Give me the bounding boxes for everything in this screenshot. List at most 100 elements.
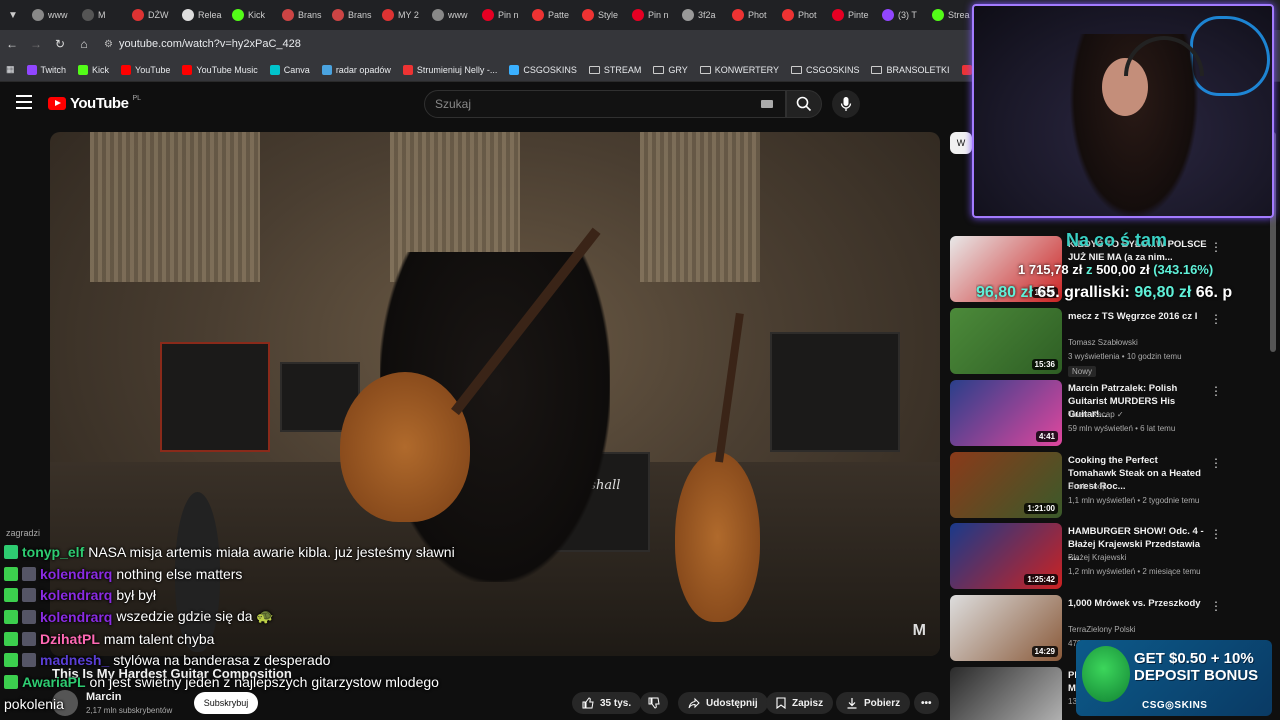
more-vertical-icon[interactable]: ⋮ <box>1210 599 1222 613</box>
more-actions-button[interactable]: ••• <box>914 692 939 714</box>
keyboard-icon[interactable] <box>761 100 773 108</box>
bookmark-item[interactable]: STREAM <box>583 65 648 75</box>
like-button[interactable]: 35 tys. <box>572 692 642 714</box>
recommended-video[interactable]: 1:21:00 Cooking the Perfect Tomahawk Stea… <box>950 452 1270 520</box>
apps-grid-icon[interactable]: ▦ <box>0 64 21 75</box>
recommended-video[interactable]: 4:41 Marcin Patrzalek: Polish Guitarist M… <box>950 380 1270 448</box>
chat-message: madnesh_ stylówa na banderasa z desperado <box>4 649 474 671</box>
overlay-ticker: 96,80 zł 65. gralliski: 96,80 zł 66. p <box>976 284 1270 302</box>
back-icon[interactable]: ← <box>0 37 24 51</box>
ad-brand: CSG◎SKINS <box>1142 700 1208 711</box>
more-vertical-icon[interactable]: ⋮ <box>1210 240 1222 254</box>
search-button[interactable] <box>786 90 822 118</box>
bookmark-label: CSGOSKINS <box>805 64 860 75</box>
browser-tab[interactable]: Style <box>576 0 626 30</box>
video-channel[interactable]: Tomasz Szabłowski <box>1068 338 1138 347</box>
video-duration: 1:25:42 <box>1024 574 1058 585</box>
more-vertical-icon[interactable]: ⋮ <box>1210 312 1222 326</box>
bookmark-item[interactable]: CSGOSKINS <box>503 64 583 75</box>
bookmark-item[interactable]: YouTube <box>115 64 176 75</box>
chat-username[interactable]: tonyp_elf <box>22 544 84 560</box>
bookmark-item[interactable]: Kick <box>72 64 115 75</box>
bookmark-item[interactable]: CSGOSKINS <box>785 65 866 75</box>
browser-tab[interactable]: 3f2a <box>676 0 726 30</box>
tab-label: Patte <box>548 10 570 20</box>
bookmark-item[interactable]: KONWERTERY <box>694 65 785 75</box>
bookmark-item[interactable]: radar opadów <box>316 64 397 75</box>
bookmark-favicon-icon <box>182 64 193 75</box>
search-input[interactable]: Szukaj <box>424 90 786 118</box>
url-field[interactable]: ⚙ youtube.com/watch?v=hy2xPaC_428 <box>104 38 301 50</box>
video-title[interactable]: 1,000 Mrówek vs. Przeszkody <box>1068 597 1208 610</box>
browser-tab[interactable]: MY 2 <box>376 0 426 30</box>
share-button[interactable]: Udostępnij <box>678 692 768 714</box>
video-thumbnail[interactable]: 14:29 <box>950 595 1062 661</box>
browser-tab[interactable]: www <box>426 0 476 30</box>
video-thumbnail[interactable]: 1:25:42 <box>950 523 1062 589</box>
browser-tab[interactable]: Pin n <box>476 0 526 30</box>
recommended-video[interactable]: 15:36 mecz z TS Węgrzce 2016 cz I Tomasz S… <box>950 308 1270 377</box>
save-button[interactable]: Zapisz <box>766 692 834 714</box>
bookmark-label: CSGOSKINS <box>523 64 577 75</box>
browser-tab[interactable]: Brans <box>276 0 326 30</box>
download-button[interactable]: Pobierz <box>836 692 911 714</box>
chat-text: mam talent chyba <box>103 630 215 647</box>
browser-tab[interactable]: Phot <box>726 0 776 30</box>
dislike-button[interactable] <box>640 692 668 714</box>
bookmark-item[interactable]: GRY <box>647 65 693 75</box>
recommended-video[interactable]: 1:25:42 HAMBURGER SHOW! Odc. 4 - Błażej K… <box>950 523 1270 591</box>
video-title[interactable]: mecz z TS Węgrzce 2016 cz I <box>1068 310 1208 323</box>
filter-chip[interactable]: W <box>950 132 972 154</box>
video-thumbnail[interactable]: 15:36 <box>950 308 1062 374</box>
more-vertical-icon[interactable]: ⋮ <box>1210 456 1222 470</box>
browser-tab[interactable]: Relea <box>176 0 226 30</box>
more-vertical-icon[interactable]: ⋮ <box>1210 527 1222 541</box>
chat-username[interactable]: kolendrarq <box>40 609 112 625</box>
bookmark-item[interactable]: YouTube Music <box>176 64 263 75</box>
tab-favicon-icon <box>382 9 394 21</box>
home-icon[interactable]: ⌂ <box>72 37 96 51</box>
more-vertical-icon[interactable]: ⋮ <box>1210 384 1222 398</box>
youtube-logo[interactable]: YouTube PL <box>48 95 141 112</box>
chat-username[interactable]: kolendrarq <box>40 587 112 603</box>
menu-icon[interactable] <box>16 95 32 109</box>
chat-username[interactable]: kolendrarq <box>40 566 112 582</box>
reload-icon[interactable]: ↻ <box>48 37 72 51</box>
chat-username[interactable]: AwariaPL <box>22 674 86 690</box>
bookmark-label: KONWERTERY <box>714 64 779 75</box>
chat-username[interactable]: madnesh_ <box>40 652 109 668</box>
browser-tab[interactable]: Pinte <box>826 0 876 30</box>
site-info-icon[interactable]: ⚙ <box>104 39 113 50</box>
bookmark-label: radar opadów <box>335 64 391 75</box>
guitar-neck <box>715 312 744 463</box>
voice-search-button[interactable] <box>832 90 860 118</box>
tab-search-icon[interactable]: ▼ <box>0 0 26 30</box>
tab-favicon-icon <box>182 9 194 21</box>
browser-tab[interactable]: Phot <box>776 0 826 30</box>
video-thumbnail[interactable]: 4:41 <box>950 380 1062 446</box>
browser-tab[interactable]: Patte <box>526 0 576 30</box>
chat-username[interactable]: DzihatPL <box>40 631 100 647</box>
browser-tab[interactable]: M <box>76 0 126 30</box>
bookmark-item[interactable]: Canva <box>264 64 316 75</box>
url-text: youtube.com/watch?v=hy2xPaC_428 <box>118 38 301 50</box>
video-channel[interactable]: Cook Loop <box>1068 482 1107 491</box>
forward-icon[interactable]: → <box>24 37 48 51</box>
bookmark-item[interactable]: Twitch <box>21 64 73 75</box>
browser-tab[interactable]: Kick <box>226 0 276 30</box>
wall-panel <box>90 132 260 282</box>
browser-tab[interactable]: (3) T <box>876 0 926 30</box>
video-channel[interactable]: TerraZielony Polski <box>1068 625 1136 634</box>
browser-tab[interactable]: www <box>26 0 76 30</box>
tab-label: 3f2a <box>698 10 716 20</box>
browser-tab[interactable]: Brans <box>326 0 376 30</box>
video-thumbnail[interactable]: 1:21:00 <box>950 452 1062 518</box>
video-thumbnail[interactable] <box>950 667 1062 720</box>
browser-tab[interactable]: Strea <box>926 0 976 30</box>
browser-tab[interactable]: DŻW <box>126 0 176 30</box>
bookmark-item[interactable]: BRANSOLETKI <box>865 65 955 75</box>
video-channel[interactable]: Talent Recap ✓ <box>1068 410 1124 419</box>
video-channel[interactable]: Błażej Krajewski <box>1068 553 1126 562</box>
browser-tab[interactable]: Pin n <box>626 0 676 30</box>
bookmark-item[interactable]: Strumieniuj Nelly -... <box>397 64 504 75</box>
